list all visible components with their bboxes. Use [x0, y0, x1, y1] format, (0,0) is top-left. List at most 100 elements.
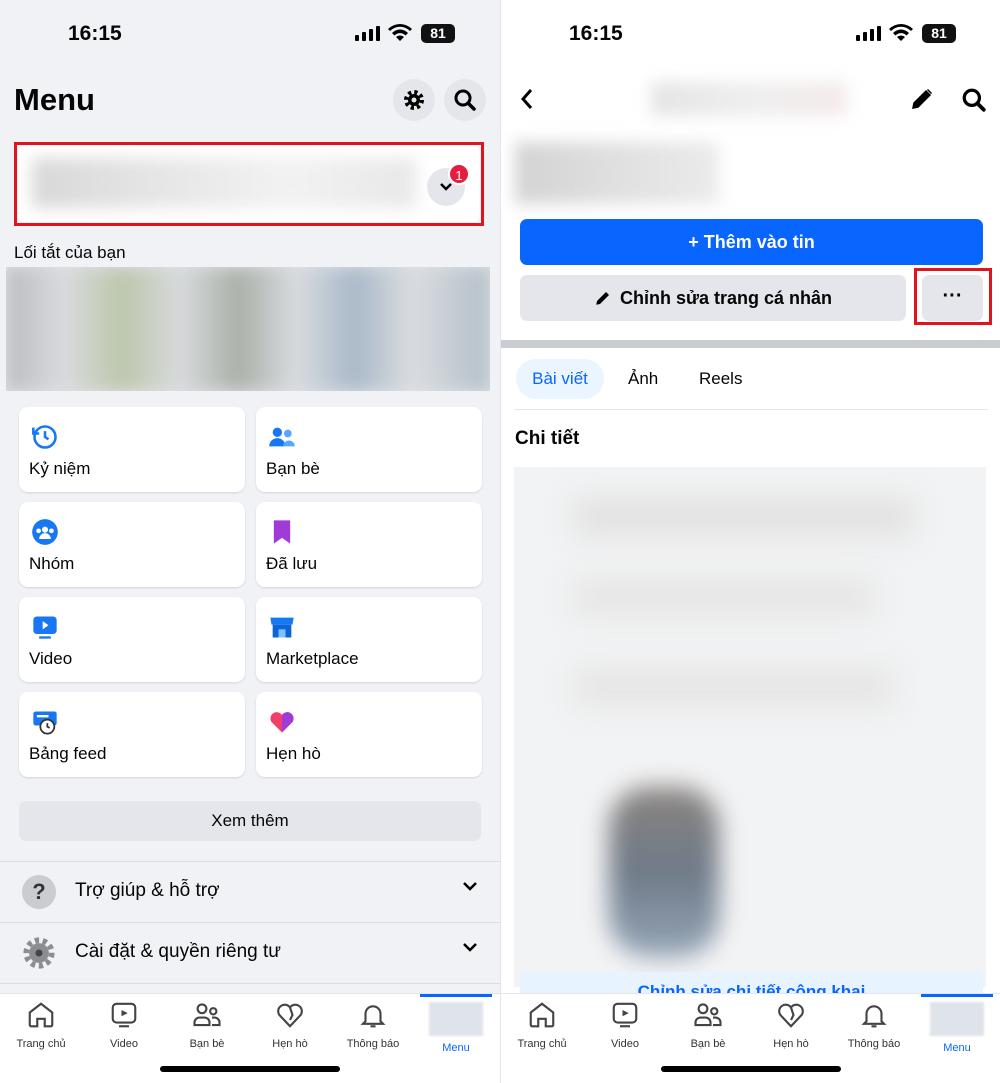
tab-trang-chủ[interactable]: Trang chủ	[1, 1000, 81, 1050]
highlight-box	[914, 268, 992, 325]
tab-label: Hẹn hò	[773, 1038, 809, 1050]
tab-thông-báo[interactable]: Thông báo	[333, 1000, 413, 1050]
add-to-story-button[interactable]: + Thêm vào tin	[520, 219, 983, 265]
settings-button[interactable]	[393, 79, 435, 121]
tab-label: Trang chủ	[16, 1038, 66, 1050]
battery-indicator: 81	[421, 24, 455, 43]
tab-video[interactable]: Video	[84, 1000, 164, 1050]
tab-label: Bạn bè	[690, 1038, 726, 1050]
home-icon	[502, 1000, 582, 1030]
signal-icon	[856, 26, 881, 41]
edit-profile-label: Chỉnh sửa trang cá nhân	[619, 287, 833, 308]
feeds-icon	[31, 708, 59, 736]
tab-bạn-bè[interactable]: Bạn bè	[167, 1000, 247, 1050]
shortcut-card[interactable]: Marketplace	[256, 597, 482, 682]
tab-label: Thông báo	[847, 1038, 901, 1050]
page-title: Menu	[14, 82, 95, 117]
tab-posts[interactable]: Bài viết	[516, 359, 604, 399]
profile-title-blurred	[651, 82, 847, 116]
tab-photos[interactable]: Ảnh	[628, 359, 658, 399]
see-more-button[interactable]: Xem thêm	[19, 801, 481, 841]
friends-icon	[167, 1000, 247, 1030]
status-time: 16:15	[569, 22, 623, 45]
tab-label: Menu	[943, 1042, 971, 1054]
dating-heart-icon	[751, 1000, 831, 1030]
profile-info-blurred	[515, 142, 719, 204]
tab-label: Video	[611, 1038, 639, 1050]
settings-privacy-row[interactable]: Cài đặt & quyền riêng tư	[0, 922, 500, 982]
tab-video[interactable]: Video	[585, 1000, 665, 1050]
pencil-icon[interactable]	[910, 87, 934, 111]
tab-hẹn-hò[interactable]: Hẹn hò	[751, 1000, 831, 1050]
details-heading: Chi tiết	[515, 428, 580, 449]
menu-avatar-icon	[429, 1002, 483, 1036]
tab-reels[interactable]: Reels	[699, 359, 742, 399]
tab-trang-chủ[interactable]: Trang chủ	[502, 1000, 582, 1050]
search-button[interactable]	[444, 79, 486, 121]
shortcut-card[interactable]: Nhóm	[19, 502, 245, 587]
chevron-down-icon	[463, 882, 477, 891]
shortcut-card[interactable]: Hẹn hò	[256, 692, 482, 777]
shortcut-label: Đã lưu	[266, 554, 318, 573]
row-label: Trợ giúp & hỗ trợ	[75, 880, 220, 901]
tab-label: Menu	[442, 1042, 470, 1054]
home-indicator	[661, 1066, 841, 1072]
shortcut-card[interactable]: Bảng feed	[19, 692, 245, 777]
tab-thông-báo[interactable]: Thông báo	[834, 1000, 914, 1050]
shortcut-label: Bảng feed	[29, 744, 107, 763]
highlight-box	[14, 142, 484, 226]
shortcut-label: Nhóm	[29, 554, 75, 573]
home-icon	[1, 1000, 81, 1030]
help-question-icon: ?	[22, 875, 56, 909]
video-icon	[585, 1000, 665, 1030]
video-icon	[31, 613, 59, 641]
shortcut-card[interactable]: Bạn bè	[256, 407, 482, 492]
section-divider	[501, 340, 1000, 348]
gear-icon	[404, 90, 424, 110]
status-time: 16:15	[68, 22, 122, 45]
groups-icon	[31, 518, 59, 546]
search-icon[interactable]	[961, 87, 987, 113]
edit-profile-button[interactable]: Chỉnh sửa trang cá nhân	[520, 275, 906, 321]
pencil-icon	[596, 292, 609, 305]
memories-clock-icon	[31, 423, 59, 451]
friends-icon	[268, 423, 296, 451]
shortcut-card[interactable]: Đã lưu	[256, 502, 482, 587]
shortcut-label: Bạn bè	[266, 459, 320, 478]
help-support-row[interactable]: ? Trợ giúp & hỗ trợ	[0, 861, 500, 921]
tab-menu[interactable]: Menu	[917, 994, 997, 1054]
marketplace-icon	[268, 613, 296, 641]
chevron-down-icon	[463, 943, 477, 952]
tab-label: Video	[110, 1038, 138, 1050]
dating-heart-icon	[250, 1000, 330, 1030]
menu-screen: 16:15 81 Menu 1 Lối tắt của bạn Kỷ niệm B…	[0, 0, 500, 1083]
profile-screen: 16:15 81 + Thêm vào tin Chỉnh sửa trang …	[500, 0, 1000, 1083]
friends-icon	[668, 1000, 748, 1030]
shortcut-card[interactable]: Video	[19, 597, 245, 682]
tab-bạn-bè[interactable]: Bạn bè	[668, 1000, 748, 1050]
battery-indicator: 81	[922, 24, 956, 43]
shortcuts-strip[interactable]	[6, 267, 490, 391]
tab-menu[interactable]: Menu	[416, 994, 496, 1054]
tab-label: Trang chủ	[517, 1038, 567, 1050]
saved-bookmark-icon	[268, 518, 296, 546]
bell-icon	[333, 1000, 413, 1030]
row-label: Cài đặt & quyền riêng tư	[75, 941, 282, 962]
signal-icon	[355, 26, 380, 41]
video-icon	[84, 1000, 164, 1030]
gear-icon	[23, 937, 55, 969]
tab-label: Thông báo	[346, 1038, 400, 1050]
shortcut-card[interactable]: Kỷ niệm	[19, 407, 245, 492]
back-chevron-icon[interactable]	[519, 87, 535, 111]
details-blurred	[514, 467, 986, 987]
shortcuts-label: Lối tắt của bạn	[14, 243, 126, 262]
home-indicator	[160, 1066, 340, 1072]
menu-avatar-icon	[930, 1002, 984, 1036]
tab-label: Bạn bè	[189, 1038, 225, 1050]
search-icon	[454, 89, 476, 111]
shortcut-label: Video	[29, 649, 73, 668]
dating-heart-icon	[268, 708, 296, 736]
tab-hẹn-hò[interactable]: Hẹn hò	[250, 1000, 330, 1050]
shortcut-label: Hẹn hò	[266, 744, 321, 763]
shortcut-label: Kỷ niệm	[29, 459, 91, 478]
